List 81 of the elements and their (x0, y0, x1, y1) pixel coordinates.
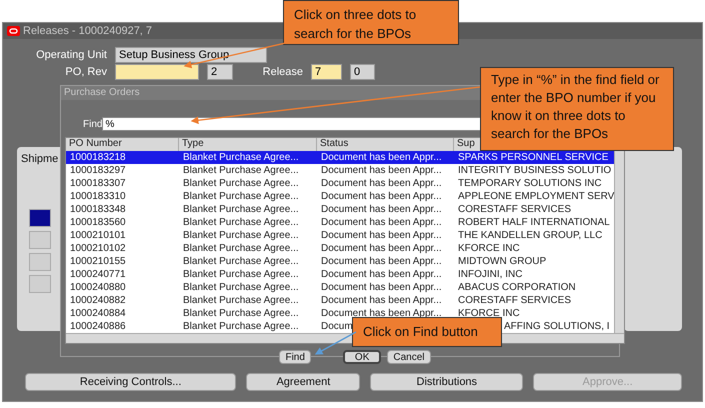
column-header[interactable]: Status (317, 138, 454, 151)
table-cell: INFOJINI, INC (458, 268, 522, 281)
field-label: PO, Rev (64, 66, 107, 78)
table-cell: Document has been Appr... (321, 216, 442, 229)
column-header[interactable]: PO Number (66, 138, 179, 151)
release-field[interactable]: 7 (311, 64, 342, 80)
app-logo-icon (7, 26, 20, 36)
table-cell: Blanket Purchase Agree... (183, 242, 299, 255)
table-cell: Blanket Purchase Agree... (183, 294, 299, 307)
action-button[interactable]: Distributions (370, 373, 524, 391)
table-cell: Blanket Purchase Agree... (183, 307, 299, 320)
table-cell: Blanket Purchase Agree... (183, 164, 299, 177)
table-cell: Document has been Appr... (321, 190, 442, 203)
po-field[interactable] (115, 64, 199, 80)
table-cell: Blanket Purchase Agree... (183, 320, 299, 333)
table-cell: Blanket Purchase Agree... (183, 203, 299, 216)
table-cell: AFFING SOLUTIONS, I (504, 320, 610, 333)
table-cell: 1000240880 (70, 281, 126, 294)
find-label: Find (83, 118, 102, 130)
table-cell: CORESTAFF SERVICES (458, 203, 571, 216)
table-cell: Blanket Purchase Agree... (183, 229, 299, 242)
pointer-arrow (314, 331, 356, 355)
callout-tooltip: Click on three dots to search for the BPOs (283, 0, 459, 45)
table-cell: THE KANDELLEN GROUP, LLC (458, 229, 602, 242)
table-cell: 1000210155 (70, 255, 126, 268)
row-indicator[interactable] (29, 209, 51, 227)
table-cell: 1000240886 (70, 320, 126, 333)
table-cell: Blanket Purchase Agree... (183, 151, 299, 164)
table-row[interactable]: 1000183218 Blanket Purchase Agree... Document has been Appr... SPARKS PERSONNEL SERVICE (66, 151, 614, 164)
table-cell: KFORCE INC (458, 307, 520, 320)
dialog-button[interactable]: Cancel (387, 350, 431, 364)
table-cell: 1000183307 (70, 177, 126, 190)
table-cell: Document has been Appr... (321, 177, 442, 190)
table-cell: MIDTOWN GROUP (458, 255, 546, 268)
table-cell: Blanket Purchase Agree... (183, 177, 299, 190)
table-cell: Blanket Purchase Agree... (183, 190, 299, 203)
table-cell: 1000183310 (70, 190, 126, 203)
callout-tooltip: Type in “%” in the find field or enter the BPO number if you know it on three dots to search for the BPOs (480, 67, 674, 151)
table-cell: Document has been Appr... (321, 255, 442, 268)
table-cell: KFORCE INC (458, 242, 520, 255)
table-cell: Docum (321, 320, 353, 333)
table-cell: Blanket Purchase Agree... (183, 216, 299, 229)
release-rev-field[interactable]: 0 (350, 64, 375, 80)
field-label: Release (262, 66, 303, 78)
table-cell: ROBERT HALF INTERNATIONAL (458, 216, 610, 229)
table-cell: Blanket Purchase Agree... (183, 268, 299, 281)
table-cell: 1000183560 (70, 216, 126, 229)
table-cell: SPARKS PERSONNEL SERVICE (458, 151, 608, 164)
table-cell: 1000240771 (70, 268, 126, 281)
table-cell: 1000183218 (70, 151, 126, 164)
table-cell: TEMPORARY SOLUTIONS INC (458, 177, 602, 190)
table-cell: Document has been Appr... (321, 203, 442, 216)
dialog-button[interactable]: OK (342, 350, 382, 364)
table-cell: CORESTAFF SERVICES (458, 294, 571, 307)
action-button[interactable]: Receiving Controls... (25, 373, 236, 391)
table-cell: Document has been Appr... (321, 281, 442, 294)
table-cell: INTEGRITY BUSINESS SOLUTIO (458, 164, 612, 177)
table-cell: 1000240882 (70, 294, 126, 307)
table-cell: Document has been Appr... (321, 242, 442, 255)
rev-field[interactable]: 2 (207, 64, 233, 80)
table-cell: 1000210101 (70, 229, 126, 242)
table-cell: ABACUS CORPORATION (458, 281, 576, 294)
table-cell: Blanket Purchase Agree... (183, 281, 299, 294)
table-cell: Blanket Purchase Agree... (183, 255, 299, 268)
table-cell: Document has been Appr... (321, 294, 442, 307)
column-header[interactable]: Type (179, 138, 317, 151)
callout-tooltip: Click on Find button (352, 317, 502, 347)
table-cell: Document has been Appr... (321, 268, 442, 281)
table-cell: Document has been Appr... (321, 229, 442, 242)
window-title: Releases - 1000240927, 7 (23, 25, 152, 37)
table-cell: 1000183297 (70, 164, 126, 177)
field-label: Operating Unit (35, 49, 107, 61)
dialog-button[interactable]: Find (279, 350, 311, 364)
table-cell: Document has been Appr... (321, 164, 442, 177)
table-cell: 1000240884 (70, 307, 126, 320)
action-button[interactable]: Agreement (246, 373, 360, 391)
table-cell: APPLEONE EMPLOYMENT SERV (458, 190, 614, 203)
table-cell: Document has been Appr... (321, 307, 442, 320)
table-cell: Document has been Appr... (321, 151, 442, 164)
table-cell: 1000183348 (70, 203, 126, 216)
table-cell: 1000210102 (70, 242, 126, 255)
